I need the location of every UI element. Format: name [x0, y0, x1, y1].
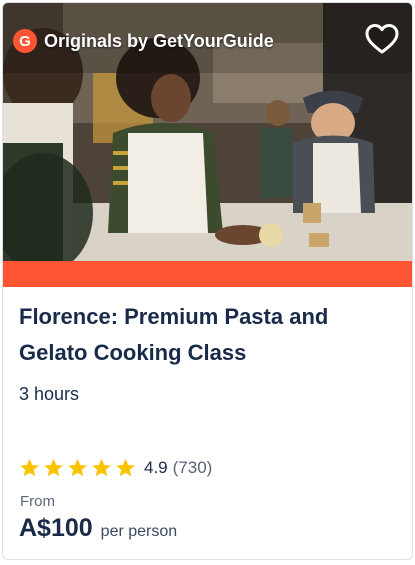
activity-title[interactable]: Florence: Premium Pasta and Gelato Cooki…: [19, 299, 399, 371]
wishlist-button[interactable]: [365, 23, 401, 59]
activity-card[interactable]: G Originals by GetYourGuide Florence: Pr…: [2, 2, 413, 560]
heart-outline-icon[interactable]: [365, 23, 399, 55]
star-icon: [67, 458, 88, 478]
rating-value: 4.9: [144, 458, 168, 477]
rating-stars: [19, 458, 136, 478]
price-amount: A$100: [19, 514, 93, 542]
getyourguide-logo-icon: G: [13, 29, 37, 53]
star-icon: [91, 458, 112, 478]
originals-accent-bar: [3, 261, 412, 287]
price-unit: per person: [100, 523, 178, 540]
rating: 4.9 (730): [19, 458, 212, 478]
originals-badge-label: Originals by GetYourGuide: [44, 30, 274, 51]
star-icon: [115, 458, 136, 478]
activity-photo: G Originals by GetYourGuide: [3, 3, 412, 261]
activity-duration: 3 hours: [19, 384, 80, 404]
star-icon: [43, 458, 64, 478]
originals-badge: G Originals by GetYourGuide: [13, 29, 274, 53]
price-from-label: From: [20, 493, 55, 510]
star-icon: [19, 458, 40, 478]
price: A$100 per person: [19, 514, 177, 543]
review-count: (730): [172, 458, 213, 477]
